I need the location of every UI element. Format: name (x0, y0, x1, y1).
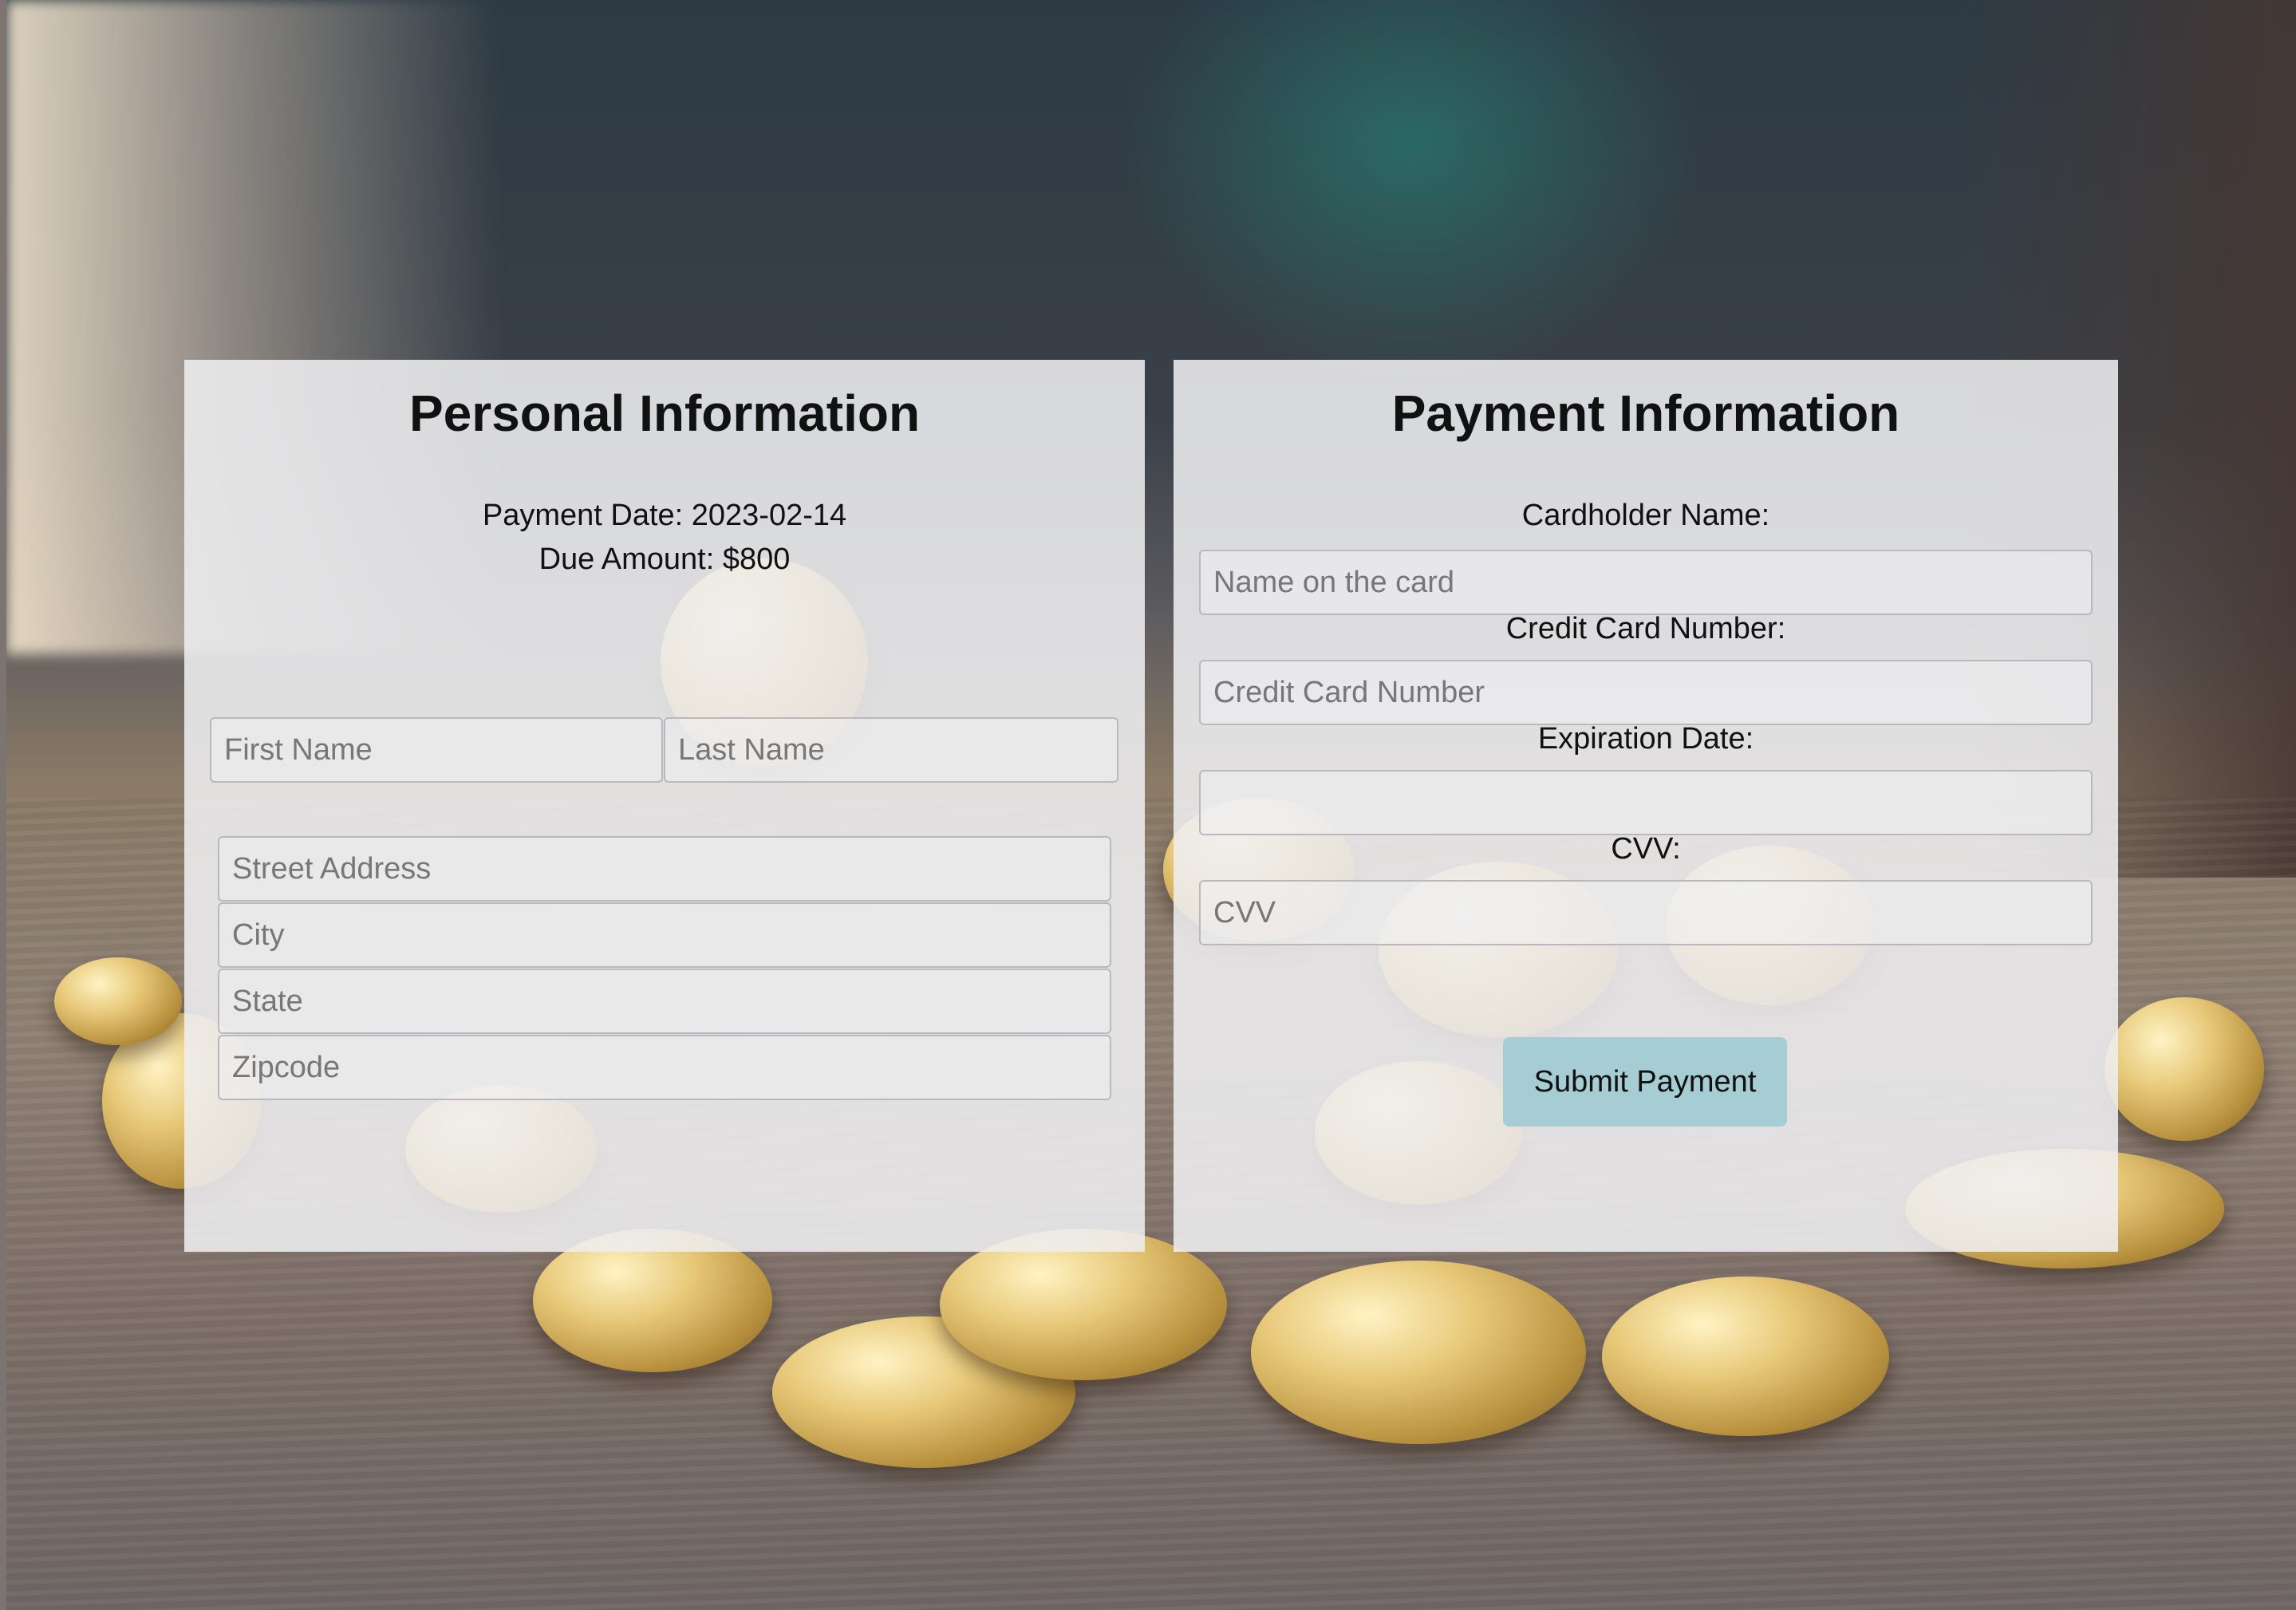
street-address-input[interactable] (218, 836, 1111, 902)
personal-information-title: Personal Information (408, 385, 921, 442)
credit-card-number-label: Credit Card Number: (1505, 612, 1786, 645)
cvv-label: CVV: (1611, 832, 1681, 866)
coin-image (1251, 1261, 1586, 1444)
payment-information-title: Payment Information (1391, 385, 1900, 442)
personal-information-panel: Personal Information Payment Date: 2023-… (184, 360, 1145, 1252)
coin-image (2105, 997, 2264, 1141)
coin-image (1602, 1277, 1889, 1436)
cardholder-name-label: Cardholder Name: (1521, 499, 1770, 532)
submit-payment-button[interactable]: Submit Payment (1503, 1037, 1787, 1127)
cardholder-name-input[interactable] (1199, 550, 2093, 615)
coin-image (54, 957, 182, 1045)
payment-date-text: Payment Date: 2023-02-14 (482, 499, 847, 532)
payment-information-panel: Payment Information Cardholder Name: Cre… (1174, 360, 2118, 1252)
expiration-date-input[interactable] (1199, 770, 2093, 835)
last-name-input[interactable] (664, 717, 1118, 783)
cvv-input[interactable] (1199, 880, 2093, 945)
due-amount-text: Due Amount: $800 (538, 543, 791, 576)
credit-card-number-input[interactable] (1199, 660, 2093, 725)
first-name-input[interactable] (210, 717, 663, 783)
zipcode-input[interactable] (218, 1035, 1111, 1100)
state-input[interactable] (218, 969, 1111, 1034)
expiration-date-label: Expiration Date: (1537, 722, 1754, 756)
city-input[interactable] (218, 902, 1111, 968)
